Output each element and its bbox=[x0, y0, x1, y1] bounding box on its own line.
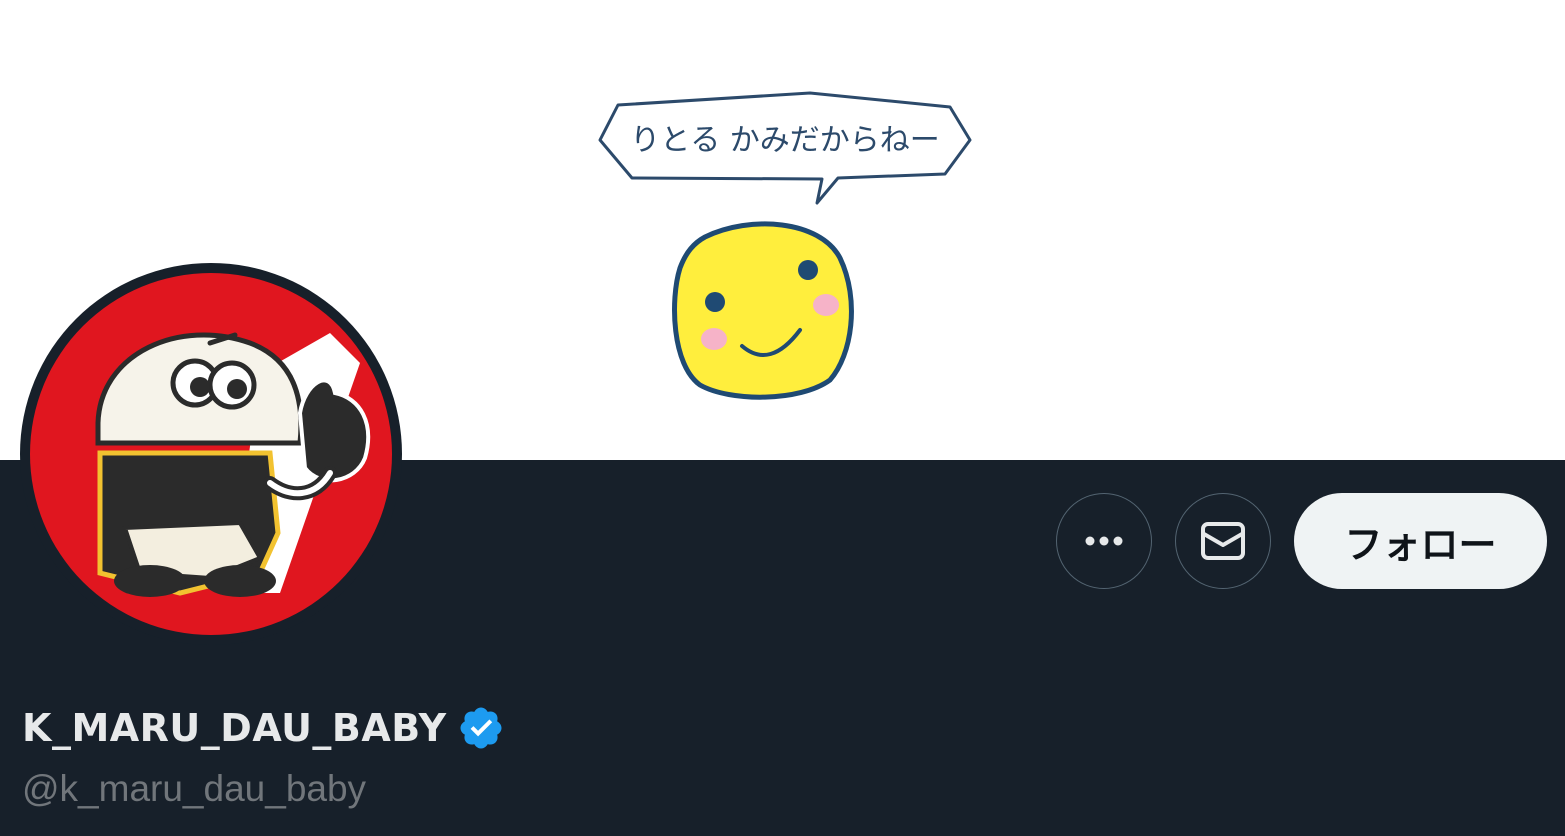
speech-bubble-text: りとる かみだからねー bbox=[630, 123, 940, 158]
display-name: K_MARU_DAU_BABY bbox=[22, 706, 447, 750]
follow-button[interactable]: フォロー bbox=[1294, 493, 1547, 589]
profile-name-row: K_MARU_DAU_BABY bbox=[22, 700, 505, 756]
profile-handle: @k_maru_dau_baby bbox=[22, 768, 367, 809]
smiley-character bbox=[672, 221, 854, 400]
avatar[interactable] bbox=[20, 263, 402, 645]
ellipsis-icon bbox=[1085, 536, 1123, 546]
envelope-icon bbox=[1201, 522, 1245, 560]
message-button[interactable] bbox=[1175, 493, 1271, 589]
verified-badge-icon[interactable] bbox=[457, 704, 505, 752]
avatar-mascot-image bbox=[30, 273, 392, 635]
more-button[interactable] bbox=[1056, 493, 1152, 589]
